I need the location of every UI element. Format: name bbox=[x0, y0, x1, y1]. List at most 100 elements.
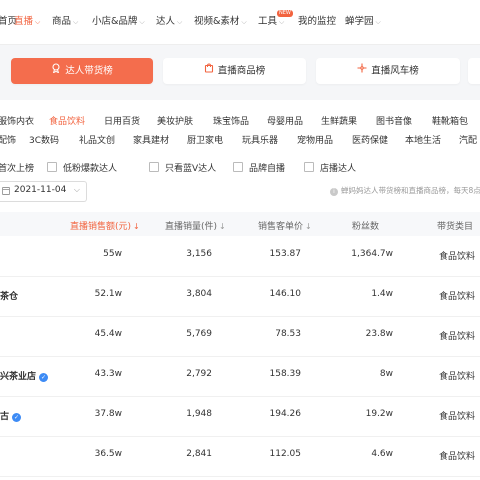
checkbox[interactable] bbox=[47, 162, 57, 172]
category-chip[interactable]: 母婴用品 bbox=[267, 115, 303, 129]
table-row[interactable]: 茶仓 52.1w 3,804 146.10 1.4w 食品饮料 bbox=[0, 276, 480, 317]
info-icon: i bbox=[330, 188, 338, 196]
cell-category: 食品饮料 bbox=[439, 372, 476, 382]
cell-category: 食品饮料 bbox=[439, 332, 476, 342]
category-chip[interactable]: 配饰 bbox=[0, 134, 16, 148]
cell-category: 食品饮料 bbox=[439, 452, 476, 462]
chevron-down-icon: ⌵ bbox=[73, 18, 79, 26]
cell-volume: 1,948 bbox=[186, 409, 212, 419]
category-chip[interactable]: 日用百货 bbox=[104, 115, 140, 129]
pinwheel-icon bbox=[357, 58, 367, 84]
nav-item-video-material[interactable]: 视频&素材 ⌵ bbox=[194, 15, 247, 29]
category-chip[interactable]: 美妆护肤 bbox=[157, 115, 193, 129]
cell-sales: 37.8w bbox=[94, 409, 122, 419]
filter-low-fans[interactable]: 低粉爆款达人 bbox=[47, 161, 117, 174]
category-chip[interactable]: 医药保健 bbox=[352, 134, 388, 148]
cell-price: 194.26 bbox=[269, 409, 302, 419]
cell-fans: 8w bbox=[379, 369, 393, 379]
category-chip[interactable]: 珠宝饰品 bbox=[213, 115, 249, 129]
chevron-down-icon: ⌵ bbox=[241, 18, 247, 26]
cell-price: 146.10 bbox=[269, 289, 302, 299]
rank-notice: i 蝉妈妈达人带货榜和直播商品榜，每天8点并 bbox=[330, 185, 480, 196]
checkbox[interactable] bbox=[149, 162, 159, 172]
category-chip[interactable]: 宠物用品 bbox=[297, 134, 333, 148]
chevron-down-icon: ⌵ bbox=[35, 18, 41, 26]
category-chip[interactable]: 礼品文创 bbox=[79, 134, 115, 148]
category-chip-active[interactable]: 食品饮料 bbox=[49, 115, 85, 129]
cell-volume: 3,804 bbox=[186, 289, 212, 299]
cell-sales: 45.4w bbox=[94, 329, 122, 339]
cell-fans: 1,364.7w bbox=[351, 249, 393, 259]
category-chip[interactable]: 厨卫家电 bbox=[187, 134, 223, 148]
category-chip[interactable]: 服饰内衣 bbox=[0, 115, 34, 129]
tab-live-goods-rank[interactable]: 直播商品榜 bbox=[163, 58, 306, 84]
table-row[interactable]: 古 ✓ 37.8w 1,948 194.26 19.2w 食品饮料 bbox=[0, 396, 480, 437]
col-category: 带货类目 bbox=[437, 222, 474, 232]
cell-volume: 5,769 bbox=[186, 329, 212, 339]
influencer-name[interactable]: 兴茶业店 ✓ bbox=[0, 369, 49, 382]
category-chip[interactable]: 3C数码 bbox=[29, 134, 59, 148]
cell-category: 食品饮料 bbox=[439, 252, 476, 262]
calendar-icon bbox=[2, 186, 10, 198]
sort-icon: ↓ bbox=[219, 222, 226, 231]
cell-sales: 52.1w bbox=[94, 289, 122, 299]
tab-pinwheel-rank[interactable]: 直播风车榜 bbox=[316, 58, 460, 84]
checkbox[interactable] bbox=[233, 162, 243, 172]
nav-item-influencer[interactable]: 达人 ⌵ bbox=[156, 15, 182, 29]
col-live-sales[interactable]: 直播销售额(元) ↓ bbox=[70, 219, 140, 232]
chevron-down-icon: ⌵ bbox=[177, 18, 183, 26]
filter-first-on-list[interactable]: 首次上榜 bbox=[0, 161, 34, 174]
cell-volume: 2,792 bbox=[186, 369, 212, 379]
date-value: 2021-11-04 bbox=[14, 185, 67, 195]
table-header: 直播销售额(元) ↓ 直播销量(件) ↓ 销售客单价 ↓ 粉丝数 带货类目 bbox=[0, 212, 480, 236]
chevron-down-icon: ⌵ bbox=[279, 18, 285, 26]
sort-icon: ↓ bbox=[305, 222, 312, 231]
col-live-volume[interactable]: 直播销量(件) ↓ bbox=[165, 219, 226, 232]
cell-sales: 43.3w bbox=[94, 369, 122, 379]
filter-brand-self-live[interactable]: 品牌自播 bbox=[233, 161, 285, 174]
top-nav: 首页 直播 ⌵ 商品 ⌵ 小店&品牌 ⌵ 达人 ⌵ 视频&素材 ⌵ 工具 ⌵ NEW 我的监… bbox=[0, 0, 480, 45]
nav-item-my-monitor[interactable]: 我的监控 bbox=[298, 15, 336, 29]
tab-influencer-rank[interactable]: 达人带货榜 bbox=[11, 58, 153, 84]
filter-store-live[interactable]: 店播达人 bbox=[304, 161, 356, 174]
new-badge: NEW bbox=[277, 10, 293, 17]
chevron-down-icon: ⌵ bbox=[139, 18, 145, 26]
chevron-down-icon: ⌵ bbox=[375, 18, 381, 26]
shopping-bag-icon bbox=[204, 58, 214, 84]
category-chip[interactable]: 鞋靴箱包 bbox=[432, 115, 468, 129]
table-row[interactable]: 45.4w 5,769 78.53 23.8w 食品饮料 bbox=[0, 316, 480, 357]
nav-item-goods[interactable]: 商品 ⌵ bbox=[52, 15, 78, 29]
checkbox[interactable] bbox=[304, 162, 314, 172]
nav-item-academy[interactable]: 蝉学园 ⌵ bbox=[345, 15, 381, 29]
tab-more-rank[interactable] bbox=[468, 58, 480, 84]
category-chip[interactable]: 图书音像 bbox=[376, 115, 412, 129]
cell-sales: 55w bbox=[103, 249, 122, 259]
influencer-name[interactable]: 茶仓 bbox=[0, 289, 18, 302]
category-chip[interactable]: 本地生活 bbox=[405, 134, 441, 148]
cell-fans: 1.4w bbox=[371, 289, 393, 299]
col-fans: 粉丝数 bbox=[352, 222, 380, 232]
sort-icon: ↓ bbox=[133, 222, 140, 231]
category-chip[interactable]: 家具建材 bbox=[133, 134, 169, 148]
category-chip[interactable]: 玩具乐器 bbox=[242, 134, 278, 148]
cell-price: 153.87 bbox=[269, 249, 302, 259]
filter-blue-v[interactable]: 只看蓝V达人 bbox=[149, 161, 216, 174]
nav-item-shop-brand[interactable]: 小店&品牌 ⌵ bbox=[92, 15, 145, 29]
date-picker[interactable]: 2021-11-04 ⌵ bbox=[0, 181, 87, 202]
cell-fans: 23.8w bbox=[365, 329, 393, 339]
col-unit-price[interactable]: 销售客单价 ↓ bbox=[258, 219, 312, 232]
verified-check-icon: ✓ bbox=[12, 413, 22, 422]
table-row[interactable]: 兴茶业店 ✓ 43.3w 2,792 158.39 8w 食品饮料 bbox=[0, 356, 480, 397]
person-badge-icon bbox=[51, 58, 61, 84]
category-chip[interactable]: 生鲜蔬果 bbox=[321, 115, 357, 129]
table-row[interactable]: 36.5w 2,841 112.05 4.6w 食品饮料 bbox=[0, 436, 480, 477]
influencer-name[interactable]: 古 ✓ bbox=[0, 409, 22, 422]
nav-item-live[interactable]: 直播 ⌵ bbox=[14, 15, 40, 29]
table-row[interactable]: 55w 3,156 153.87 1,364.7w 食品饮料 bbox=[0, 236, 480, 277]
nav-item-tools[interactable]: 工具 ⌵ bbox=[258, 15, 284, 29]
cell-price: 78.53 bbox=[275, 329, 301, 339]
verified-check-icon: ✓ bbox=[39, 373, 49, 382]
cell-fans: 19.2w bbox=[365, 409, 393, 419]
category-chip[interactable]: 汽配 bbox=[459, 134, 477, 148]
cell-category: 食品饮料 bbox=[439, 412, 476, 422]
